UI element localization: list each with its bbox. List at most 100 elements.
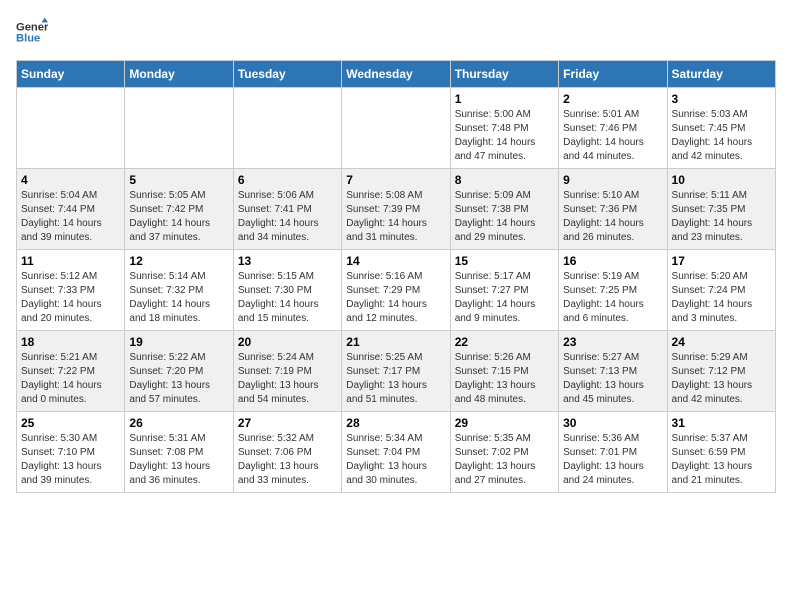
calendar-day-cell: 21 Sunrise: 5:25 AM Sunset: 7:17 PM Dayli… — [342, 331, 450, 412]
day-info: Sunrise: 5:14 AM Sunset: 7:32 PM Dayligh… — [129, 270, 228, 326]
day-info: Sunrise: 5:01 AM Sunset: 7:46 PM Dayligh… — [563, 108, 662, 164]
day-info: Sunrise: 5:15 AM Sunset: 7:30 PM Dayligh… — [238, 270, 337, 326]
calendar-day-cell: 25Sunrise: 5:30 AM Sunset: 7:10 PM Dayli… — [17, 412, 125, 493]
calendar-day-cell: 18 Sunrise: 5:21 AM Sunset: 7:22 PM Dayli… — [17, 331, 125, 412]
day-info: Sunrise: 5:03 AM Sunset: 7:45 PM Dayligh… — [672, 108, 771, 164]
calendar-week-row: 11 Sunrise: 5:12 AM Sunset: 7:33 PM Dayli… — [17, 250, 776, 331]
day-info: Sunrise: 5:34 AM Sunset: 7:04 PM Dayligh… — [346, 432, 445, 488]
day-info: Sunrise: 5:30 AM Sunset: 7:10 PM Dayligh… — [21, 432, 120, 488]
calendar-day-cell: 3 Sunrise: 5:03 AM Sunset: 7:45 PM Daylig… — [667, 88, 775, 169]
day-info: Sunrise: 5:25 AM Sunset: 7:17 PM Dayligh… — [346, 351, 445, 407]
day-info: Sunrise: 5:32 AM Sunset: 7:06 PM Dayligh… — [238, 432, 337, 488]
calendar-week-row: 4 Sunrise: 5:04 AM Sunset: 7:44 PM Daylig… — [17, 169, 776, 250]
day-number: 2 — [563, 92, 662, 106]
calendar-day-cell: 30Sunrise: 5:36 AM Sunset: 7:01 PM Dayli… — [559, 412, 667, 493]
day-info: Sunrise: 5:11 AM Sunset: 7:35 PM Dayligh… — [672, 189, 771, 245]
day-number: 31 — [672, 416, 771, 430]
day-number: 10 — [672, 173, 771, 187]
day-info: Sunrise: 5:10 AM Sunset: 7:36 PM Dayligh… — [563, 189, 662, 245]
calendar-day-cell: 11 Sunrise: 5:12 AM Sunset: 7:33 PM Dayli… — [17, 250, 125, 331]
day-number: 1 — [455, 92, 554, 106]
day-info: Sunrise: 5:29 AM Sunset: 7:12 PM Dayligh… — [672, 351, 771, 407]
calendar-day-cell: 10 Sunrise: 5:11 AM Sunset: 7:35 PM Dayli… — [667, 169, 775, 250]
day-number: 29 — [455, 416, 554, 430]
calendar-day-cell: 19Sunrise: 5:22 AM Sunset: 7:20 PM Dayli… — [125, 331, 233, 412]
day-number: 13 — [238, 254, 337, 268]
day-number: 16 — [563, 254, 662, 268]
calendar-week-row: 1 Sunrise: 5:00 AM Sunset: 7:48 PM Daylig… — [17, 88, 776, 169]
weekday-thursday: Thursday — [450, 61, 558, 88]
day-number: 24 — [672, 335, 771, 349]
day-number: 27 — [238, 416, 337, 430]
day-number: 28 — [346, 416, 445, 430]
calendar-day-cell: 8 Sunrise: 5:09 AM Sunset: 7:38 PM Daylig… — [450, 169, 558, 250]
day-number: 4 — [21, 173, 120, 187]
day-info: Sunrise: 5:08 AM Sunset: 7:39 PM Dayligh… — [346, 189, 445, 245]
calendar-body: 1 Sunrise: 5:00 AM Sunset: 7:48 PM Daylig… — [17, 88, 776, 493]
calendar-table: SundayMondayTuesdayWednesdayThursdayFrid… — [16, 60, 776, 493]
day-info: Sunrise: 5:37 AM Sunset: 6:59 PM Dayligh… — [672, 432, 771, 488]
calendar-day-cell — [125, 88, 233, 169]
calendar-day-cell: 16 Sunrise: 5:19 AM Sunset: 7:25 PM Dayli… — [559, 250, 667, 331]
calendar-day-cell: 13 Sunrise: 5:15 AM Sunset: 7:30 PM Dayli… — [233, 250, 341, 331]
day-info: Sunrise: 5:20 AM Sunset: 7:24 PM Dayligh… — [672, 270, 771, 326]
logo-icon: General Blue — [16, 16, 48, 48]
calendar-header: SundayMondayTuesdayWednesdayThursdayFrid… — [17, 61, 776, 88]
logo: General Blue — [16, 16, 52, 48]
day-number: 19 — [129, 335, 228, 349]
day-info: Sunrise: 5:05 AM Sunset: 7:42 PM Dayligh… — [129, 189, 228, 245]
calendar-day-cell: 29 Sunrise: 5:35 AM Sunset: 7:02 PM Dayli… — [450, 412, 558, 493]
calendar-day-cell: 1 Sunrise: 5:00 AM Sunset: 7:48 PM Daylig… — [450, 88, 558, 169]
day-number: 5 — [129, 173, 228, 187]
calendar-day-cell: 24 Sunrise: 5:29 AM Sunset: 7:12 PM Dayli… — [667, 331, 775, 412]
day-info: Sunrise: 5:12 AM Sunset: 7:33 PM Dayligh… — [21, 270, 120, 326]
day-info: Sunrise: 5:31 AM Sunset: 7:08 PM Dayligh… — [129, 432, 228, 488]
svg-text:General: General — [16, 21, 48, 33]
day-number: 14 — [346, 254, 445, 268]
calendar-day-cell: 6Sunrise: 5:06 AM Sunset: 7:41 PM Daylig… — [233, 169, 341, 250]
day-info: Sunrise: 5:35 AM Sunset: 7:02 PM Dayligh… — [455, 432, 554, 488]
calendar-day-cell: 22 Sunrise: 5:26 AM Sunset: 7:15 PM Dayli… — [450, 331, 558, 412]
calendar-week-row: 25Sunrise: 5:30 AM Sunset: 7:10 PM Dayli… — [17, 412, 776, 493]
calendar-day-cell: 4 Sunrise: 5:04 AM Sunset: 7:44 PM Daylig… — [17, 169, 125, 250]
day-number: 11 — [21, 254, 120, 268]
calendar-day-cell: 7 Sunrise: 5:08 AM Sunset: 7:39 PM Daylig… — [342, 169, 450, 250]
calendar-day-cell — [233, 88, 341, 169]
day-info: Sunrise: 5:24 AM Sunset: 7:19 PM Dayligh… — [238, 351, 337, 407]
day-info: Sunrise: 5:04 AM Sunset: 7:44 PM Dayligh… — [21, 189, 120, 245]
calendar-day-cell: 2 Sunrise: 5:01 AM Sunset: 7:46 PM Daylig… — [559, 88, 667, 169]
day-number: 26 — [129, 416, 228, 430]
page-header: General Blue — [16, 16, 776, 48]
day-info: Sunrise: 5:26 AM Sunset: 7:15 PM Dayligh… — [455, 351, 554, 407]
day-number: 7 — [346, 173, 445, 187]
day-number: 12 — [129, 254, 228, 268]
calendar-day-cell: 31 Sunrise: 5:37 AM Sunset: 6:59 PM Dayli… — [667, 412, 775, 493]
calendar-day-cell: 17 Sunrise: 5:20 AM Sunset: 7:24 PM Dayli… — [667, 250, 775, 331]
weekday-monday: Monday — [125, 61, 233, 88]
calendar-day-cell: 15 Sunrise: 5:17 AM Sunset: 7:27 PM Dayli… — [450, 250, 558, 331]
day-info: Sunrise: 5:00 AM Sunset: 7:48 PM Dayligh… — [455, 108, 554, 164]
day-info: Sunrise: 5:21 AM Sunset: 7:22 PM Dayligh… — [21, 351, 120, 407]
day-number: 6 — [238, 173, 337, 187]
weekday-friday: Friday — [559, 61, 667, 88]
day-number: 3 — [672, 92, 771, 106]
day-number: 23 — [563, 335, 662, 349]
day-number: 21 — [346, 335, 445, 349]
svg-text:Blue: Blue — [16, 33, 40, 45]
day-number: 8 — [455, 173, 554, 187]
calendar-day-cell: 20 Sunrise: 5:24 AM Sunset: 7:19 PM Dayli… — [233, 331, 341, 412]
day-number: 20 — [238, 335, 337, 349]
day-number: 18 — [21, 335, 120, 349]
day-info: Sunrise: 5:09 AM Sunset: 7:38 PM Dayligh… — [455, 189, 554, 245]
weekday-tuesday: Tuesday — [233, 61, 341, 88]
calendar-day-cell: 12 Sunrise: 5:14 AM Sunset: 7:32 PM Dayli… — [125, 250, 233, 331]
day-info: Sunrise: 5:19 AM Sunset: 7:25 PM Dayligh… — [563, 270, 662, 326]
day-number: 15 — [455, 254, 554, 268]
calendar-week-row: 18 Sunrise: 5:21 AM Sunset: 7:22 PM Dayli… — [17, 331, 776, 412]
day-info: Sunrise: 5:17 AM Sunset: 7:27 PM Dayligh… — [455, 270, 554, 326]
weekday-header-row: SundayMondayTuesdayWednesdayThursdayFrid… — [17, 61, 776, 88]
day-number: 22 — [455, 335, 554, 349]
weekday-saturday: Saturday — [667, 61, 775, 88]
calendar-day-cell — [17, 88, 125, 169]
day-number: 17 — [672, 254, 771, 268]
